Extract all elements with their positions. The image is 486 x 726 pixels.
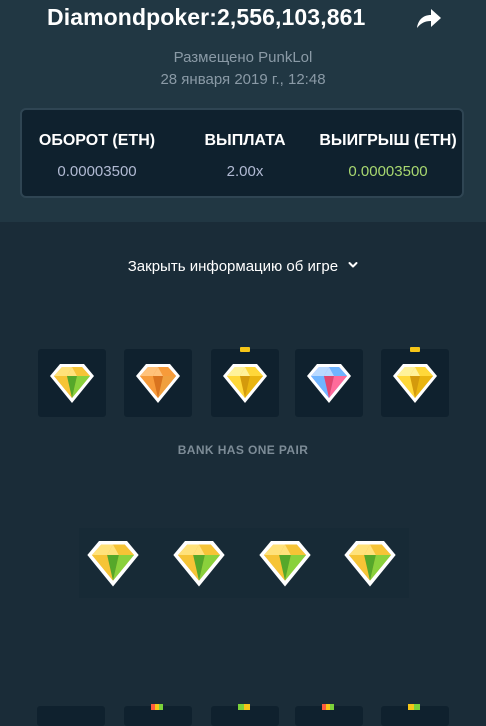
posted-by: Размещено PunkLol	[173, 49, 313, 66]
chevron-down-icon	[348, 262, 358, 268]
next-round-tile	[124, 704, 192, 726]
bank-gem-tile	[38, 349, 106, 417]
next-round-tile	[37, 706, 105, 726]
diamond-icon	[259, 541, 311, 587]
diamond-icon	[344, 541, 396, 587]
diamond-icon	[223, 364, 267, 403]
bank-gem-tile	[295, 349, 363, 417]
title-row: Diamondpoker:2,556,103,861	[0, 4, 486, 32]
next-round-tile	[211, 704, 279, 726]
stat-wager: ОБОРОТ (ETH) 0.00003500	[22, 110, 172, 196]
next-round-tile	[295, 704, 363, 726]
gem-marker-icon	[322, 704, 334, 710]
stat-value: 2.00x	[226, 163, 264, 180]
diamond-icon	[87, 541, 139, 587]
player-gem-tile	[85, 534, 145, 594]
share-icon[interactable]	[416, 7, 442, 29]
diamond-icon	[50, 364, 94, 403]
stat-profit: ВЫИГРЫШ (ETH) 0.00003500	[312, 110, 464, 196]
posted-date: 28 января 2019 г., 12:48	[160, 71, 326, 88]
close-game-info-button[interactable]: Закрыть информацию об игре	[0, 258, 486, 278]
player-gems	[79, 528, 409, 598]
bank-gem-tile	[124, 349, 192, 417]
gem-marker-icon	[238, 704, 250, 710]
diamond-icon	[307, 364, 351, 403]
pair-marker	[240, 347, 250, 352]
stat-value: 0.00003500	[57, 163, 137, 180]
stat-payout: ВЫПЛАТА 2.00x	[185, 110, 305, 196]
gem-marker-icon	[408, 704, 420, 710]
stat-label: ВЫПЛАТА	[204, 132, 286, 149]
player-gem-tile	[171, 534, 231, 594]
next-round-tile	[381, 704, 449, 726]
bank-result-label: BANK HAS ONE PAIR	[177, 443, 309, 457]
diamond-icon	[393, 364, 437, 403]
stat-value: 0.00003500	[348, 163, 428, 180]
game-title: Diamondpoker:2,556,103,861	[47, 4, 366, 30]
stat-label: ОБОРОТ (ETH)	[38, 132, 156, 149]
player-gem-tile	[257, 534, 317, 594]
bank-gem-tile	[381, 347, 449, 417]
player-gem-tile	[342, 534, 402, 594]
stat-label: ВЫИГРЫШ (ETH)	[319, 132, 457, 149]
bank-gem-tile	[211, 347, 279, 417]
diamond-icon	[173, 541, 225, 587]
bet-details-header: Diamondpoker:2,556,103,861 Размещено Pun…	[0, 0, 486, 222]
diamond-icon	[136, 364, 180, 403]
close-game-info-label: Закрыть информацию об игре	[127, 258, 339, 275]
bet-stats: ОБОРОТ (ETH) 0.00003500 ВЫПЛАТА 2.00x ВЫ…	[20, 108, 464, 198]
pair-marker	[410, 347, 420, 352]
gem-marker-icon	[151, 704, 163, 710]
